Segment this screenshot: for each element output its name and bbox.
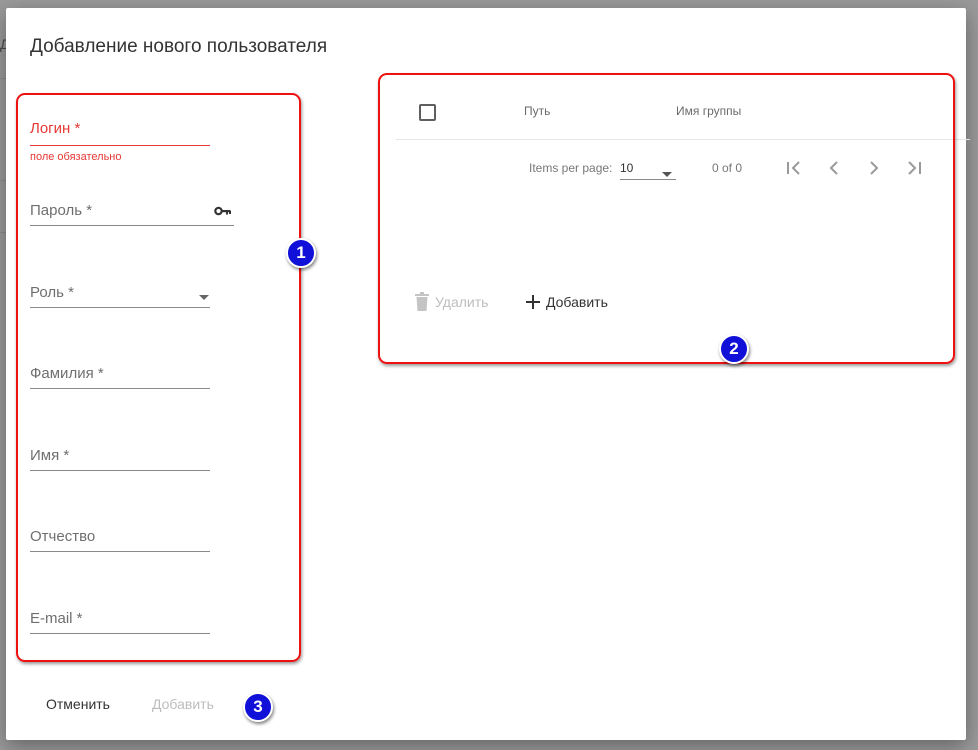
dialog-title: Добавление нового пользователя [30,36,328,57]
submit-button[interactable]: Добавить [152,696,214,712]
annotation-badge-2: 2 [719,334,749,364]
annotation-box-form [16,93,301,662]
annotation-box-groups [378,73,955,364]
cancel-button[interactable]: Отменить [46,696,110,712]
annotation-badge-1: 1 [286,238,316,268]
annotation-badge-3: 3 [243,692,273,722]
